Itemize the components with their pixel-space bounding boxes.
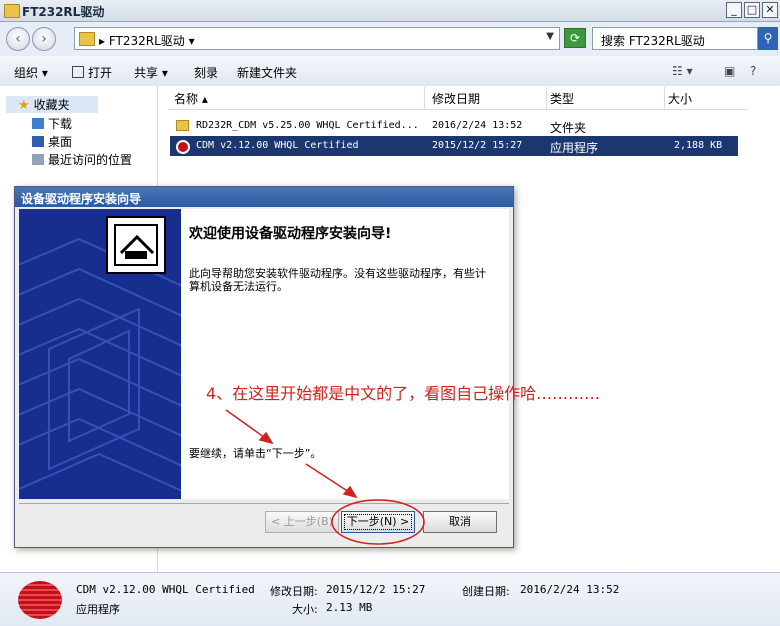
address-field[interactable]: ▸ FT232RL驱动 ▾ ▼ bbox=[74, 27, 560, 50]
dialog-title[interactable]: 设备驱动程序安装向导 bbox=[15, 187, 513, 207]
refresh-icon[interactable]: ⟳ bbox=[564, 28, 586, 48]
new-folder-button[interactable]: 新建文件夹 bbox=[237, 64, 297, 81]
column-divider[interactable] bbox=[664, 87, 665, 109]
desktop-icon bbox=[32, 136, 44, 147]
application-icon bbox=[18, 581, 62, 619]
minimize-button[interactable]: _ bbox=[726, 2, 742, 18]
search-icon[interactable]: ⚲ bbox=[758, 27, 778, 50]
address-path: FT232RL驱动 bbox=[108, 34, 185, 48]
file-type: 文件夹 bbox=[550, 121, 587, 135]
column-name-label: 名称 bbox=[174, 92, 199, 106]
details-pane: CDM v2.12.00 WHQL Certified 应用程序 修改日期: 2… bbox=[0, 572, 780, 626]
nav-item-label: 最近访问的位置 bbox=[48, 153, 133, 167]
nav-item-recent[interactable]: 最近访问的位置 bbox=[32, 151, 132, 168]
organize-label: 组织 bbox=[14, 66, 39, 80]
share-label: 共享 bbox=[134, 66, 159, 80]
next-step-button[interactable]: 下一步(N) > bbox=[341, 511, 415, 533]
application-icon bbox=[176, 140, 190, 154]
details-size-value: 2.13 MB bbox=[326, 601, 373, 614]
details-modified-label: 修改日期: bbox=[270, 585, 318, 598]
file-name: CDM v2.12.00 WHQL Certified bbox=[196, 140, 359, 151]
dialog-divider bbox=[19, 503, 509, 504]
nav-item-label: 下载 bbox=[48, 117, 73, 131]
open-button[interactable]: 打开 bbox=[72, 64, 112, 81]
cancel-button[interactable]: 取消 bbox=[423, 511, 497, 533]
wizard-continue-text: 要继续，请单击“下一步”。 bbox=[189, 447, 322, 460]
column-type[interactable]: 类型 bbox=[550, 90, 574, 107]
organize-button[interactable]: 组织 ▾ bbox=[14, 64, 48, 81]
download-icon bbox=[32, 118, 44, 129]
column-headers: 名称 ▴ 修改日期 类型 大小 bbox=[168, 87, 748, 110]
column-divider[interactable] bbox=[424, 87, 425, 109]
file-size: 2,188 KB bbox=[674, 140, 723, 151]
driver-wizard-dialog: 设备驱动程序安装向导 欢迎使用设备驱动程序安装向导! 此向导帮助您安装软件驱动程… bbox=[14, 186, 514, 548]
folder-icon bbox=[4, 4, 20, 18]
column-size[interactable]: 大小 bbox=[668, 90, 692, 107]
burn-button[interactable]: 刻录 bbox=[194, 64, 218, 81]
search-input[interactable]: 搜索 FT232RL驱动 bbox=[592, 27, 758, 50]
address-bar-area: ‹ › ▸ FT232RL驱动 ▾ ▼ ⟳ 搜索 FT232RL驱动 ⚲ bbox=[0, 22, 780, 57]
nav-item-desktop[interactable]: 桌面 bbox=[32, 133, 72, 150]
file-date: 2016/2/24 13:52 bbox=[432, 120, 523, 131]
details-size-label: 大小: bbox=[292, 603, 318, 616]
details-file-kind: 应用程序 bbox=[76, 603, 120, 616]
details-file-name: CDM v2.12.00 WHQL Certified bbox=[76, 583, 255, 596]
nav-item-label: 桌面 bbox=[48, 135, 73, 149]
file-name: RD232R_CDM v5.25.00 WHQL Certified... bbox=[196, 120, 419, 131]
wizard-description: 此向导帮助您安装软件驱动程序。没有这些驱动程序，有些计算机设备无法运行。 bbox=[189, 267, 486, 293]
annotation-text: 4、在这里开始都是中文的了，看图自己操作哈………… bbox=[206, 384, 601, 403]
nav-item-downloads[interactable]: 下载 bbox=[32, 115, 72, 132]
window-titlebar[interactable]: FT232RL驱动 _ □ ✕ bbox=[0, 0, 780, 22]
command-bar: 组织 ▾ 打开 共享 ▾ 刻录 新建文件夹 ☷ ▾ ▣ ? bbox=[0, 56, 780, 87]
wizard-banner bbox=[19, 209, 181, 499]
back-button[interactable]: ‹ bbox=[6, 27, 30, 51]
wizard-banner-graphic bbox=[19, 216, 181, 492]
window-title: FT232RL驱动 bbox=[22, 5, 105, 19]
star-icon: ★ bbox=[18, 98, 30, 113]
column-name[interactable]: 名称 ▴ bbox=[174, 90, 208, 107]
details-created-label: 创建日期: bbox=[462, 585, 510, 598]
nav-favorites-label: 收藏夹 bbox=[33, 98, 70, 112]
preview-pane-icon[interactable]: ▣ bbox=[724, 64, 735, 78]
hardware-icon bbox=[106, 216, 166, 274]
close-button[interactable]: ✕ bbox=[762, 2, 778, 18]
details-created-value: 2016/2/24 13:52 bbox=[520, 583, 620, 596]
help-icon[interactable]: ? bbox=[750, 64, 756, 78]
open-icon bbox=[72, 66, 84, 78]
file-row-selected[interactable]: CDM v2.12.00 WHQL Certified 2015/12/2 15… bbox=[170, 136, 738, 156]
column-divider[interactable] bbox=[546, 87, 547, 109]
forward-button[interactable]: › bbox=[32, 27, 56, 51]
open-label: 打开 bbox=[88, 66, 113, 80]
share-button[interactable]: 共享 ▾ bbox=[134, 64, 168, 81]
view-options-icon[interactable]: ☷ ▾ bbox=[672, 64, 693, 78]
file-date: 2015/12/2 15:27 bbox=[432, 140, 523, 151]
window-controls: _ □ ✕ bbox=[726, 2, 778, 18]
folder-icon bbox=[79, 32, 95, 46]
recent-places-icon bbox=[32, 154, 44, 165]
maximize-button[interactable]: □ bbox=[744, 2, 760, 18]
details-modified-value: 2015/12/2 15:27 bbox=[326, 583, 426, 596]
file-type: 应用程序 bbox=[550, 141, 599, 155]
column-date[interactable]: 修改日期 bbox=[432, 90, 480, 107]
chevron-down-icon[interactable]: ▼ bbox=[546, 31, 554, 42]
folder-icon bbox=[176, 120, 189, 131]
file-row[interactable]: RD232R_CDM v5.25.00 WHQL Certified... 20… bbox=[170, 116, 738, 136]
wizard-heading: 欢迎使用设备驱动程序安装向导! bbox=[189, 226, 392, 242]
back-step-button[interactable]: < 上一步(B) bbox=[265, 511, 339, 533]
nav-favorites[interactable]: ★ 收藏夹 bbox=[6, 96, 98, 113]
